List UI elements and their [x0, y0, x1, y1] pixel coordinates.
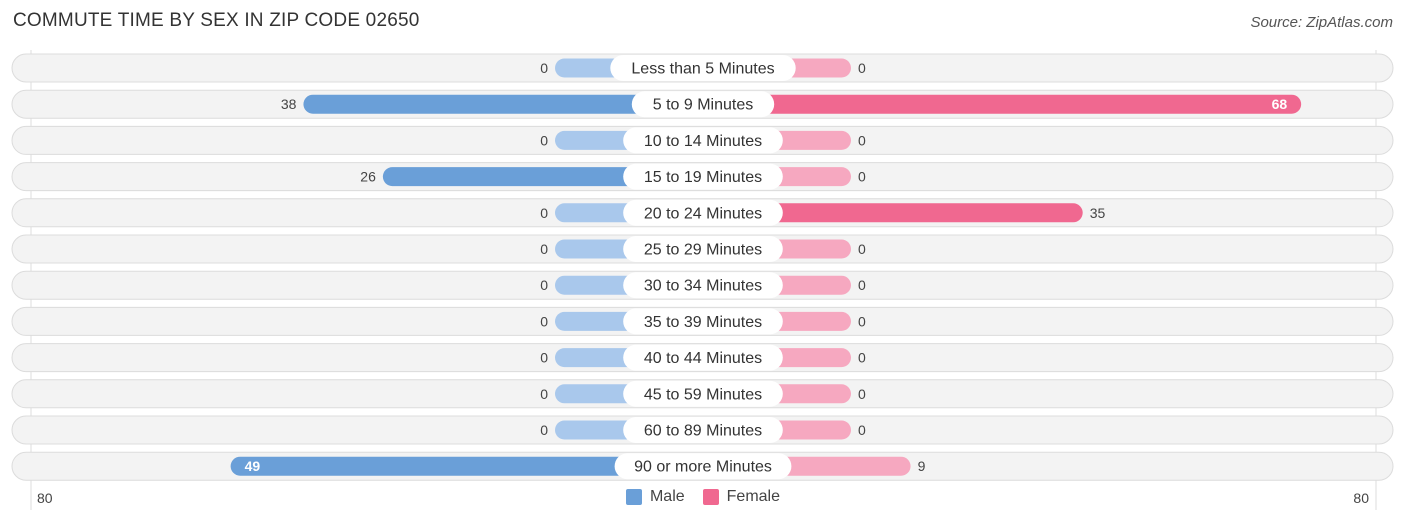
- category-label: 5 to 9 Minutes: [653, 97, 754, 114]
- legend-swatch-male: [625, 489, 642, 505]
- legend-item-male: Male: [625, 488, 685, 506]
- legend-label-male: Male: [649, 488, 685, 505]
- value-label-female: 0: [858, 350, 866, 366]
- value-label-female: 0: [858, 277, 866, 293]
- category-label: 25 to 29 Minutes: [644, 242, 762, 259]
- value-label-male: 0: [540, 132, 548, 148]
- value-label-male: 38: [281, 96, 297, 112]
- value-label-male: 0: [540, 60, 548, 76]
- value-label-male: 0: [540, 313, 548, 329]
- value-label-male: 0: [540, 422, 548, 438]
- legend-swatch-female: [702, 489, 719, 505]
- category-label: 20 to 24 Minutes: [644, 205, 762, 222]
- value-label-female: 0: [858, 313, 866, 329]
- legend-label-female: Female: [726, 488, 781, 505]
- value-label-male: 0: [540, 350, 548, 366]
- value-label-female: 0: [858, 60, 866, 76]
- category-label: 90 or more Minutes: [634, 459, 772, 476]
- value-label-female: 0: [858, 386, 866, 402]
- category-label: 35 to 39 Minutes: [644, 314, 762, 331]
- value-label-female: 0: [858, 422, 866, 438]
- category-label: Less than 5 Minutes: [631, 61, 774, 78]
- value-label-male: 0: [540, 241, 548, 257]
- category-label: 30 to 34 Minutes: [644, 278, 762, 295]
- bar-female: [703, 94, 1302, 114]
- value-label-male: 26: [360, 169, 376, 185]
- category-label: 10 to 14 Minutes: [644, 133, 762, 150]
- value-label-male: 49: [245, 458, 261, 474]
- value-label-male: 0: [540, 386, 548, 402]
- chart-area: 0 0 Less than 5 Minutes 38 68 5 to 9 Minutes 0…: [11, 50, 1394, 510]
- category-label: 40 to 44 Minutes: [644, 350, 762, 367]
- category-label: 45 to 59 Minutes: [644, 386, 762, 403]
- value-label-male: 0: [540, 277, 548, 293]
- value-label-female: 35: [1090, 205, 1106, 221]
- value-label-female: 9: [918, 458, 926, 474]
- category-label: 15 to 19 Minutes: [644, 169, 762, 186]
- legend-item-female: Female: [702, 488, 781, 506]
- value-label-female: 0: [858, 169, 866, 185]
- category-label: 60 to 89 Minutes: [644, 423, 762, 440]
- value-label-male: 0: [540, 205, 548, 221]
- value-label-female: 0: [858, 132, 866, 148]
- value-label-female: 0: [858, 241, 866, 257]
- value-label-female: 68: [1272, 96, 1288, 112]
- legend: Male Female: [0, 488, 1406, 506]
